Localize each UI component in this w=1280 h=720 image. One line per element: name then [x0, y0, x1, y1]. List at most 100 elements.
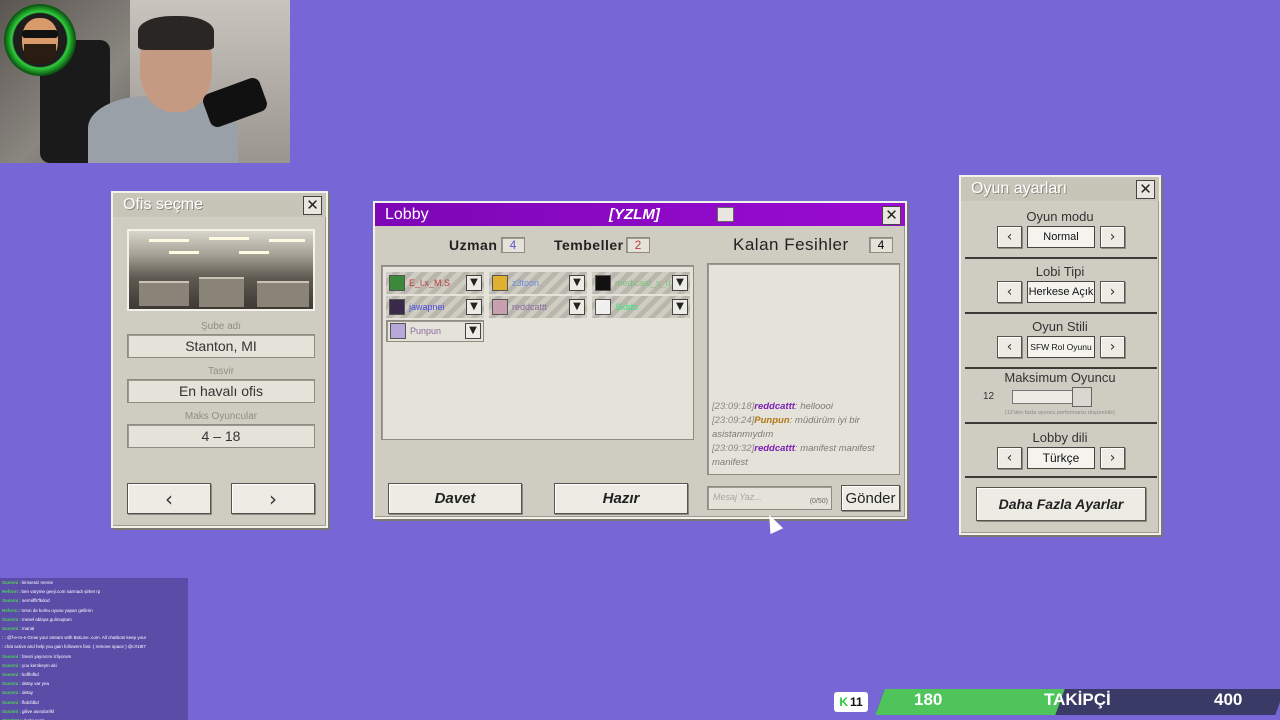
streamer-avatar-logo [4, 4, 76, 76]
stream-chat-line: Susomi : fkdcfdkd [2, 699, 39, 705]
lobby-type-next-button[interactable]: › [1100, 281, 1125, 303]
chevron-down-icon[interactable]: ▼ [569, 275, 585, 291]
office-window-title: Ofis seçme [113, 193, 326, 217]
player-slot[interactable]: Punpun ▼ [386, 320, 484, 342]
stream-chat-text: tırsın de korku oyunu yapan gellirim [21, 607, 93, 613]
chevron-right-icon: › [269, 486, 277, 511]
player-slot[interactable]: medicaid_s_d ▼ [592, 272, 690, 294]
previous-office-button[interactable]: ‹ [127, 483, 211, 514]
chevron-down-icon[interactable]: ▼ [466, 275, 482, 291]
player-name: reddcattt [512, 302, 548, 312]
player-avatar [492, 299, 508, 315]
stream-chat-line: Susomi : gilive asındonfkl [2, 708, 55, 714]
remaining-count: 4 [869, 237, 893, 253]
stream-chat-user: Susomi [2, 708, 19, 714]
game-style-next-button[interactable]: › [1100, 336, 1125, 358]
game-mode-label: Oyun modu [1026, 209, 1094, 224]
game-style-prev-button[interactable]: ‹ [997, 336, 1022, 358]
language-next-button[interactable]: › [1100, 447, 1125, 469]
kick-count: 11 [849, 695, 863, 709]
ready-button[interactable]: Hazır [554, 483, 688, 514]
close-icon[interactable]: ✕ [303, 196, 322, 215]
stream-chat-line: Reform : tırsın de korku oyunu yapan gel… [2, 607, 93, 613]
next-office-button[interactable]: › [231, 483, 315, 514]
close-icon[interactable]: ✕ [882, 206, 901, 225]
divider [965, 367, 1157, 369]
player-avatar [492, 275, 508, 291]
office-preview-image [127, 229, 315, 311]
close-icon[interactable]: ✕ [1136, 180, 1155, 199]
stream-chat-line: Susomi : detay [2, 690, 34, 696]
game-style-value: SFW Rol Oyunu [1027, 336, 1095, 358]
chevron-down-icon[interactable]: ▼ [672, 299, 688, 315]
game-mode-prev-button[interactable]: ‹ [997, 226, 1022, 248]
chevron-down-icon[interactable]: ▼ [569, 299, 585, 315]
stream-chat-overlay: Susomi : kimsesiz meme Reform : ben varym… [0, 578, 188, 720]
max-players-field: 4 – 18 [127, 424, 315, 448]
chat-message: [23:09:24]Punpun: müdürüm iyi bir asista… [712, 415, 860, 440]
game-settings-window: Oyun ayarları ✕ Oyun modu ‹ Normal › Lob… [959, 175, 1161, 535]
stream-chat-user: Reform [2, 589, 18, 595]
player-avatar [389, 275, 405, 291]
lobby-type-value: Herkese Açık [1027, 281, 1095, 303]
player-slot[interactable]: jawapnei ▼ [386, 296, 484, 318]
language-prev-button[interactable]: ‹ [997, 447, 1022, 469]
message-input[interactable]: Mesaj Yaz... (0/50) [707, 486, 832, 510]
game-mode-selector: ‹ Normal › [997, 226, 1125, 248]
divider [965, 312, 1157, 314]
lobby-title-bar: Lobby [YZLM] [375, 203, 905, 226]
player-avatar [595, 299, 611, 315]
stream-chat-text: chat active and help you gain followers … [4, 644, 146, 650]
expert-count: 4 [501, 237, 525, 253]
followers-goal: 400 [1214, 690, 1243, 709]
lobby-language-selector: ‹ Türkçe › [997, 447, 1125, 469]
lobby-type-prev-button[interactable]: ‹ [997, 281, 1022, 303]
lobby-window: Lobby [YZLM] ✕ Uzman 4 Tembeller 2 Kalan… [373, 201, 907, 519]
lobby-type-label: Lobi Tipi [1035, 264, 1085, 279]
stream-chat-text: : @f-e-m-e Grow your stream with BotLive… [4, 635, 147, 641]
max-players-slider[interactable] [1012, 387, 1140, 407]
stream-chat-user: Susomi [2, 672, 19, 678]
stream-chat-line: Susomi : mesel ablaya gulmuştum [2, 616, 72, 622]
stream-chat-line: Susomi : koflhıfkd [2, 672, 39, 678]
more-settings-button[interactable]: Daha Fazla Ayarlar [976, 487, 1146, 521]
stream-chat-user: Susomi [2, 580, 19, 585]
stream-chat-user: Susomi [2, 598, 19, 604]
clipboard-icon[interactable] [717, 207, 734, 222]
stream-chat-user: Susomi [2, 690, 19, 696]
chevron-down-icon[interactable]: ▼ [466, 299, 482, 315]
player-slot[interactable]: z3toon ▼ [489, 272, 587, 294]
stream-chat-text: koflhıfkd [22, 672, 39, 678]
branch-label: Şube adı [200, 321, 242, 332]
slider-thumb[interactable] [1072, 387, 1093, 407]
chat-user: reddcattt [754, 401, 795, 412]
player-slot[interactable]: E_l.x_M.S ▼ [386, 272, 484, 294]
send-button[interactable]: Gönder [841, 485, 900, 511]
invite-button[interactable]: Davet [388, 483, 522, 514]
streamer-hair [138, 16, 214, 50]
player-name: Siddo [615, 302, 639, 312]
stream-chat-line: : chat active and help you gain follower… [2, 644, 146, 650]
stream-chat-text: gilive asındonfkl [22, 708, 55, 714]
player-name: jawapnei [409, 302, 445, 312]
player-avatar [390, 323, 406, 339]
office-select-window: Ofis seçme ✕ Şube adı Stanton, MI Tasvir… [111, 191, 328, 528]
chat-time: [23:09:18] [712, 401, 755, 412]
lazy-label: Tembeller [554, 237, 624, 253]
stream-chat-line: Susomi : you kemkeym aki [2, 662, 57, 668]
player-slot[interactable]: reddcattt ▼ [489, 296, 587, 318]
max-players-value: 12 [983, 391, 995, 402]
remaining-label: Kalan Fesihler [733, 235, 849, 254]
chevron-down-icon[interactable]: ▼ [672, 275, 688, 291]
max-players-label: Maks Oyuncular [184, 411, 258, 422]
player-slot[interactable]: Siddo ▼ [592, 296, 690, 318]
game-mode-value: Normal [1027, 226, 1095, 248]
stream-chat-text: mesel ablaya gulmuştum [22, 616, 72, 622]
chat-time: [23:09:32] [712, 443, 755, 454]
stream-chat-user: Susomi [2, 662, 19, 668]
player-name: z3toon [512, 278, 540, 288]
stream-chat-user: Susomi [2, 699, 19, 705]
max-players-note: (12'den fazla oyuncu performansı düşüreb… [1004, 410, 1116, 416]
game-mode-next-button[interactable]: › [1100, 226, 1125, 248]
chevron-down-icon[interactable]: ▼ [465, 323, 481, 339]
